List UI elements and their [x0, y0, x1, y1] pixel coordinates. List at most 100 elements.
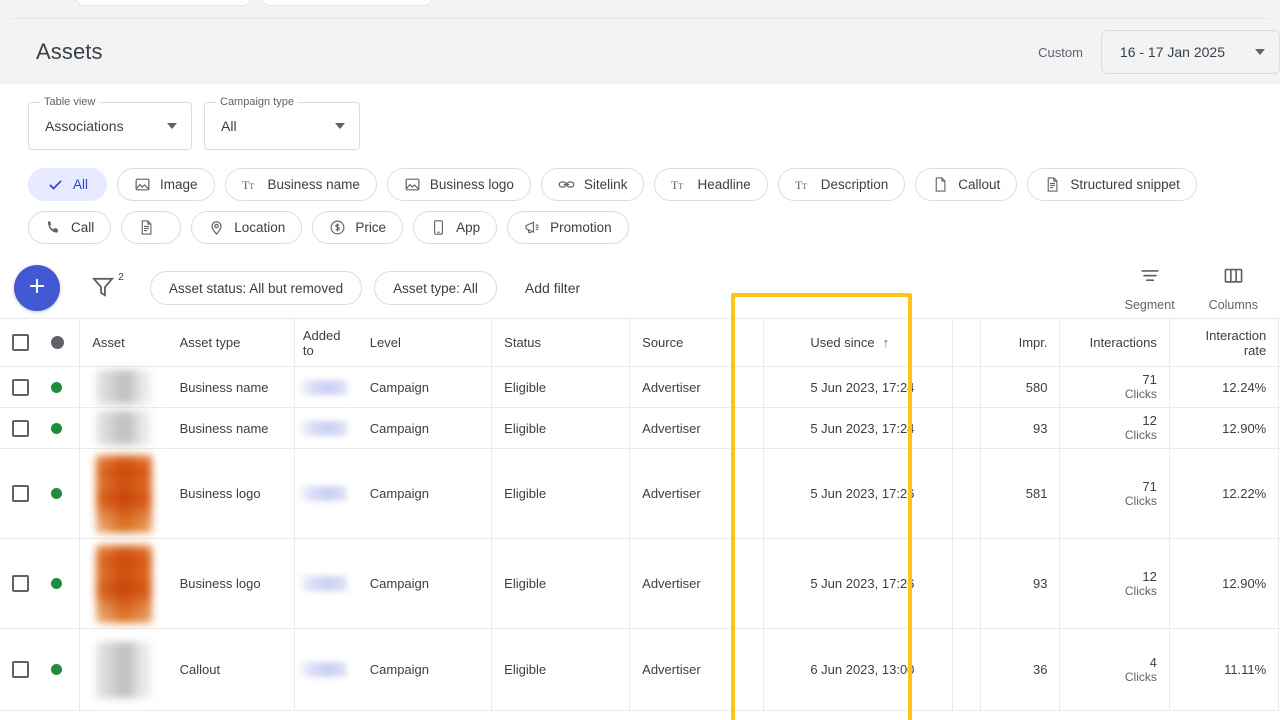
chip-label: Business logo — [430, 177, 514, 192]
header-used-since[interactable]: Used since↑ — [798, 319, 952, 367]
header-divider — [12, 18, 1268, 19]
header-status[interactable]: Status — [492, 319, 630, 367]
chip-price[interactable]: Price — [312, 211, 403, 244]
chip-app[interactable]: App — [413, 211, 497, 244]
table-row[interactable]: Callout Campaign Eligible Advertiser 6 J… — [0, 629, 1280, 711]
segment-button[interactable]: Segment — [1125, 265, 1175, 312]
header-interaction-rate[interactable]: Interaction rate — [1169, 319, 1278, 367]
filter-pill-asset-status[interactable]: Asset status: All but removed — [150, 271, 362, 305]
row-interactions-value: 71 — [1072, 479, 1156, 494]
columns-button[interactable]: Columns — [1209, 265, 1258, 312]
columns-grid-icon — [1222, 265, 1245, 292]
checkbox-icon[interactable] — [12, 334, 29, 351]
chip-business-name[interactable]: TT Business name — [225, 168, 377, 201]
row-status-cell — [39, 408, 80, 449]
row-asset-type: Business name — [168, 367, 295, 408]
link-icon — [558, 176, 575, 193]
filter-icon-button[interactable]: 2 — [90, 274, 118, 302]
header-used-since-label: Used since — [810, 335, 874, 350]
page-title: Assets — [36, 39, 103, 65]
row-interactions: 4 Clicks — [1060, 629, 1169, 711]
table-head: Asset Asset type Addedto Level Status So… — [0, 319, 1280, 367]
image-icon — [134, 176, 151, 193]
row-checkbox-cell[interactable] — [0, 449, 39, 539]
checkbox-icon[interactable] — [12, 420, 29, 437]
table-view-select[interactable]: Table view Associations — [28, 102, 192, 150]
checkbox-icon[interactable] — [12, 661, 29, 678]
date-range-picker[interactable]: 16 - 17 Jan 2025 — [1101, 30, 1280, 74]
checkbox-icon[interactable] — [12, 485, 29, 502]
row-checkbox-cell[interactable] — [0, 367, 39, 408]
chip-structured-snippet[interactable]: Structured snippet — [1027, 168, 1197, 201]
text-format-icon: TT — [671, 176, 688, 193]
chip-description[interactable]: TT Description — [778, 168, 906, 201]
table-row[interactable]: Business name Campaign Eligible Advertis… — [0, 367, 1280, 408]
table-row[interactable]: Business name Campaign Eligible Advertis… — [0, 408, 1280, 449]
row-status-cell — [39, 367, 80, 408]
row-asset-thumbnail-cell — [80, 449, 168, 539]
redacted-asset-thumbnail — [96, 545, 152, 623]
status-dot-icon — [51, 488, 62, 499]
row-checkbox-cell[interactable] — [0, 539, 39, 629]
header-impr[interactable]: Impr. — [980, 319, 1060, 367]
chip-headline[interactable]: TT Headline — [654, 168, 767, 201]
chip-image[interactable]: Image — [117, 168, 215, 201]
redacted-added-to — [301, 576, 347, 591]
redacted-added-to — [301, 380, 347, 395]
add-asset-button[interactable] — [14, 265, 60, 311]
chip-all[interactable]: All — [28, 168, 107, 201]
checkbox-icon[interactable] — [12, 379, 29, 396]
header-interactions[interactable]: Interactions — [1060, 319, 1169, 367]
add-filter-button[interactable]: Add filter — [525, 280, 580, 296]
row-spacer — [764, 408, 799, 449]
header-source[interactable]: Source — [630, 319, 764, 367]
redacted-added-to — [301, 662, 347, 677]
chip-label: Price — [355, 220, 386, 235]
asset-type-chip-row: All Image TT Business name Business logo — [0, 150, 1272, 244]
row-spacer-2 — [953, 539, 981, 629]
date-preset-label: Custom — [1038, 45, 1083, 60]
chip-call[interactable]: Call — [28, 211, 111, 244]
chip-sitelink[interactable]: Sitelink — [541, 168, 645, 201]
chip-cutoff-partial[interactable] — [121, 211, 181, 244]
filter-pill-asset-type[interactable]: Asset type: All — [374, 271, 497, 305]
row-impr: 580 — [980, 367, 1060, 408]
header-asset[interactable]: Asset — [80, 319, 168, 367]
chip-label: Callout — [958, 177, 1000, 192]
row-interactions-value: 71 — [1072, 372, 1156, 387]
row-source: Advertiser — [630, 629, 764, 711]
status-dot-icon — [51, 578, 62, 589]
row-spacer — [764, 449, 799, 539]
mobile-phone-icon — [430, 219, 447, 236]
row-checkbox-cell[interactable] — [0, 408, 39, 449]
chip-callout[interactable]: Callout — [915, 168, 1017, 201]
campaign-type-select[interactable]: Campaign type All — [204, 102, 360, 150]
row-interactions-unit: Clicks — [1072, 494, 1156, 509]
row-added-to-cell — [294, 449, 357, 539]
row-interaction-rate: 12.24% — [1169, 367, 1278, 408]
header-select-all[interactable] — [0, 319, 39, 367]
row-interactions: 71 Clicks — [1060, 367, 1169, 408]
text-format-icon: TT — [795, 176, 812, 193]
header-added-to[interactable]: Addedto — [294, 319, 357, 367]
row-status-cell — [39, 629, 80, 711]
row-spacer — [764, 629, 799, 711]
checkbox-icon[interactable] — [12, 575, 29, 592]
row-status: Eligible — [492, 629, 630, 711]
chip-promotion[interactable]: Promotion — [507, 211, 629, 244]
page-header: Assets Custom 16 - 17 Jan 2025 — [0, 20, 1280, 84]
row-level: Campaign — [358, 367, 492, 408]
header-added-to-line1: Added — [303, 328, 341, 343]
top-partial-cards — [0, 0, 1280, 6]
header-asset-type[interactable]: Asset type — [168, 319, 295, 367]
table-row[interactable]: Business logo Campaign Eligible Advertis… — [0, 449, 1280, 539]
document-icon — [932, 176, 949, 193]
chip-location[interactable]: Location — [191, 211, 302, 244]
row-asset-type: Business logo — [168, 539, 295, 629]
row-checkbox-cell[interactable] — [0, 629, 39, 711]
assets-table: Asset Asset type Addedto Level Status So… — [0, 318, 1280, 711]
header-level[interactable]: Level — [358, 319, 492, 367]
redacted-asset-thumbnail — [96, 370, 152, 404]
chip-business-logo[interactable]: Business logo — [387, 168, 531, 201]
table-row[interactable]: Business logo Campaign Eligible Advertis… — [0, 539, 1280, 629]
